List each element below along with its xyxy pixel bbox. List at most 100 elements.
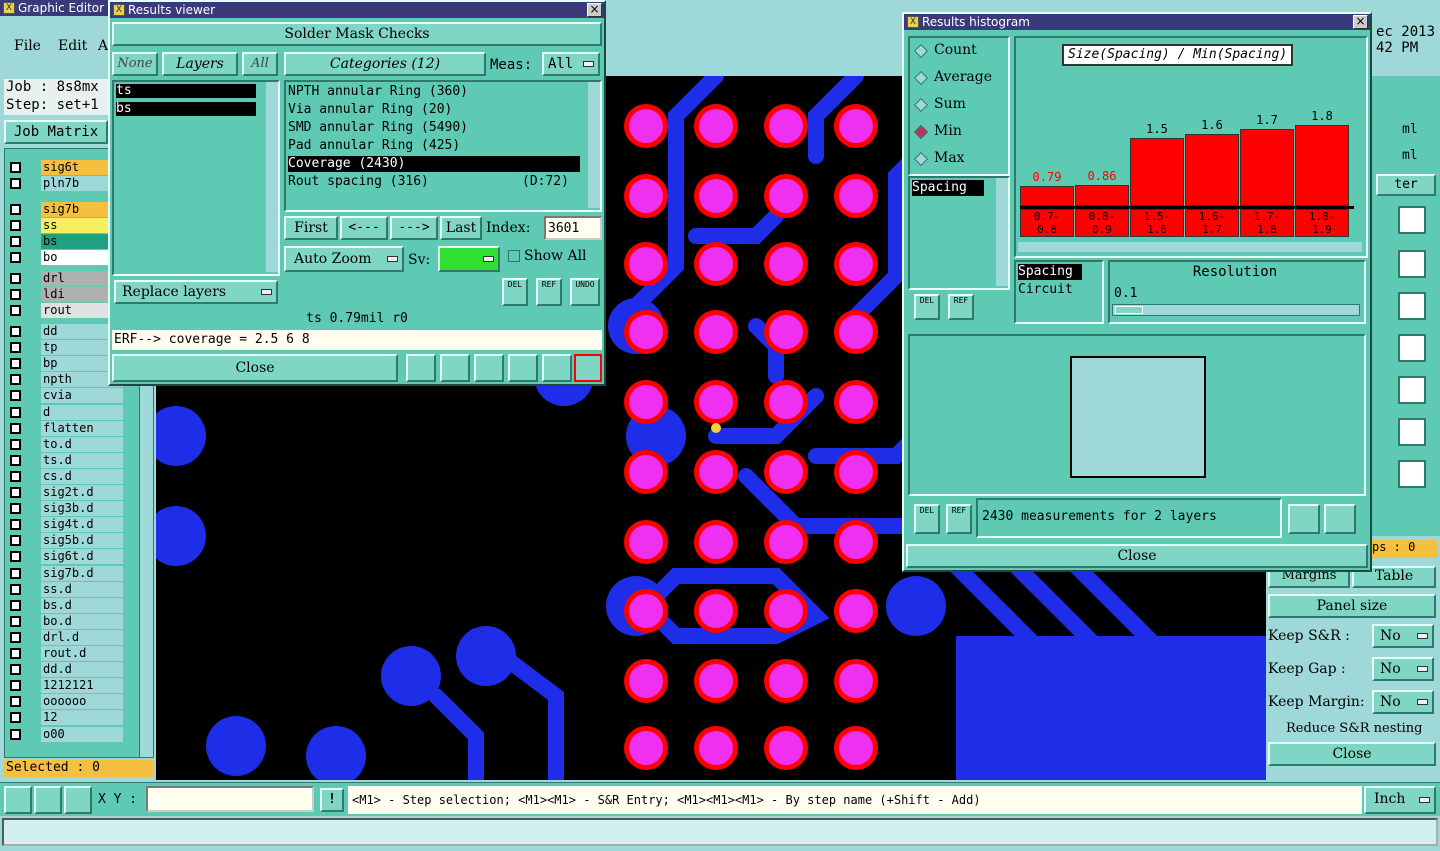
layer-row[interactable]: bo.d <box>8 613 124 629</box>
layer-checkbox[interactable] <box>10 358 21 370</box>
layer-checkbox[interactable] <box>10 583 21 595</box>
layer-row[interactable]: sig6t.d <box>8 549 124 565</box>
layer-row[interactable]: sig5b.d <box>8 533 124 549</box>
radio-diamond-icon[interactable] <box>913 97 929 113</box>
layer-row[interactable]: cs.d <box>8 468 124 484</box>
option-label[interactable]: Min <box>934 123 962 139</box>
layer-name[interactable]: bs.d <box>41 597 123 613</box>
layer-checkbox[interactable] <box>10 551 21 563</box>
sv-color-select[interactable] <box>438 246 500 272</box>
layer-row[interactable]: sig3b.d <box>8 501 124 517</box>
layer-checkbox[interactable] <box>10 664 21 676</box>
layer-checkbox[interactable] <box>10 220 21 232</box>
histogram-bar[interactable] <box>1130 138 1184 206</box>
layer-row[interactable]: ss.d <box>8 581 124 597</box>
radio-diamond-icon[interactable] <box>913 151 929 167</box>
category-item[interactable]: NPTH annular Ring (360) <box>288 84 580 100</box>
option-label[interactable]: Count <box>934 42 977 58</box>
layer-checkbox[interactable] <box>10 503 21 515</box>
del-button[interactable]: DEL <box>502 278 528 306</box>
copy-chart-icon[interactable] <box>1324 504 1356 534</box>
right-close-button[interactable]: Close <box>1268 742 1436 766</box>
layer-checkbox[interactable] <box>10 204 21 215</box>
layer-checkbox[interactable] <box>10 470 21 482</box>
attribute-item-spacing[interactable]: Spacing <box>912 180 984 196</box>
menu-a[interactable]: A <box>98 38 108 54</box>
keep-gap-select[interactable]: No <box>1372 657 1434 681</box>
layer-vscroll[interactable] <box>266 82 278 272</box>
none-button[interactable]: None <box>112 52 158 76</box>
layer-name[interactable]: drl.d <box>41 629 123 645</box>
export-chart-icon[interactable] <box>1288 504 1320 534</box>
layer-name[interactable]: sig2t.d <box>41 485 123 500</box>
layer-checkbox[interactable] <box>10 374 21 386</box>
layer-row[interactable]: 1212121 <box>8 678 124 694</box>
chart-hscroll[interactable] <box>1018 242 1362 252</box>
mode-list[interactable]: Spacing Circuit <box>1014 260 1104 324</box>
layers-button[interactable]: Layers <box>162 52 238 76</box>
layer-row[interactable]: 12 <box>8 710 124 726</box>
mode-item-circuit[interactable]: Circuit <box>1018 282 1073 297</box>
layer-checkbox[interactable] <box>10 289 21 301</box>
category-list[interactable]: NPTH annular Ring (360) Via annular Ring … <box>284 80 602 212</box>
layer-item-bs[interactable]: bs <box>116 102 256 116</box>
layer-name[interactable]: flatten <box>41 420 123 436</box>
show-all-checkbox[interactable] <box>508 250 520 262</box>
preview-del-button[interactable]: DEL <box>914 504 940 534</box>
layer-name[interactable]: sig7b.d <box>41 565 123 581</box>
histogram-bar[interactable] <box>1295 125 1349 206</box>
layer-row[interactable]: pln7b <box>8 176 124 192</box>
layer-name[interactable]: rout.d <box>41 646 123 661</box>
categories-button[interactable]: Categories (12) <box>284 52 486 76</box>
prev-button[interactable]: <--- <box>340 216 388 240</box>
layer-row[interactable]: ts.d <box>8 452 124 468</box>
layer-listbox[interactable]: ts bs <box>112 80 280 276</box>
close-icon[interactable]: × <box>1353 15 1368 29</box>
layer-name[interactable]: cs.d <box>41 468 123 484</box>
histogram-bar[interactable] <box>1075 185 1129 206</box>
layer-checkbox[interactable] <box>10 162 21 173</box>
erf-icon[interactable] <box>474 354 504 382</box>
layer-checkbox[interactable] <box>10 454 21 466</box>
layer-row[interactable]: sig4t.d <box>8 517 124 533</box>
layer-row[interactable]: sig6t <box>8 160 124 175</box>
layer-checkbox[interactable] <box>10 648 21 659</box>
category-item[interactable]: Via annular Ring (20) <box>288 102 580 118</box>
export-icon[interactable] <box>440 354 470 382</box>
option-label[interactable]: Average <box>934 69 992 85</box>
layer-name[interactable]: dd.d <box>41 662 123 678</box>
layer-checkbox[interactable] <box>10 599 21 611</box>
histogram-bar[interactable] <box>1185 134 1239 206</box>
layer-checkbox[interactable] <box>10 519 21 531</box>
layer-checkbox[interactable] <box>10 567 21 579</box>
layer-row[interactable]: drl.d <box>8 629 124 645</box>
histogram-bar[interactable] <box>1240 129 1294 206</box>
layer-row[interactable]: oooooo <box>8 694 124 710</box>
grid-snap-icon[interactable] <box>64 786 92 814</box>
meas-select[interactable]: All <box>542 52 600 76</box>
layer-checkbox[interactable] <box>10 438 21 450</box>
notes-icon[interactable] <box>542 354 572 382</box>
index-input[interactable] <box>544 216 602 240</box>
histogram-close-button[interactable]: Close <box>906 544 1368 568</box>
histogram-bar[interactable] <box>1020 186 1074 206</box>
layer-checkbox[interactable] <box>10 712 21 724</box>
layer-row[interactable]: sig2t.d <box>8 485 124 500</box>
all-button[interactable]: All <box>242 52 278 76</box>
layer-row[interactable]: bo <box>8 250 124 266</box>
first-button[interactable]: First <box>284 216 338 240</box>
layer-checkbox[interactable] <box>10 631 21 643</box>
layer-name[interactable]: to.d <box>41 436 123 452</box>
layer-name[interactable]: sig4t.d <box>41 517 123 533</box>
radio-diamond-icon[interactable] <box>913 124 929 140</box>
layer-row[interactable]: bs.d <box>8 597 124 613</box>
layer-row[interactable]: dd.d <box>8 662 124 678</box>
auto-zoom-select[interactable]: Auto Zoom <box>284 246 404 272</box>
mode-item-spacing[interactable]: Spacing <box>1018 264 1082 280</box>
layer-checkbox[interactable] <box>10 406 21 418</box>
option-label[interactable]: Sum <box>934 96 966 112</box>
layer-row[interactable]: npth <box>8 372 124 388</box>
histogram-icon[interactable] <box>574 354 602 382</box>
last-button[interactable]: Last <box>440 216 482 240</box>
category-item[interactable]: Pad annular Ring (425) <box>288 138 580 154</box>
